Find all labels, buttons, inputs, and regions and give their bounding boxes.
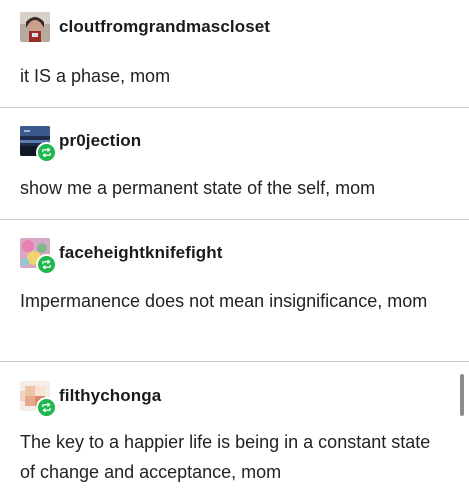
post-text: it IS a phase, mom	[20, 66, 171, 86]
post-header: pr0jection	[20, 126, 141, 163]
reblog-badge	[36, 142, 57, 163]
post-header: filthychonga	[20, 381, 161, 418]
post-header: cloutfromgrandmascloset	[20, 12, 270, 42]
post-1: cloutfromgrandmascloset it IS a phase, m…	[0, 0, 469, 108]
username[interactable]: pr0jection	[59, 131, 141, 151]
avatar[interactable]	[20, 126, 57, 163]
post-header: faceheightknifefight	[20, 238, 223, 275]
username[interactable]: cloutfromgrandmascloset	[59, 17, 270, 37]
post-text: Impermanence does not mean insignificanc…	[20, 291, 428, 311]
portrait-avatar-icon	[20, 12, 50, 42]
post-text: show me a permanent state of the self, m…	[20, 178, 376, 198]
post-2: pr0jection show me a permanent state of …	[0, 108, 469, 220]
avatar[interactable]	[20, 238, 57, 275]
post-4: filthychonga The key to a happier life i…	[0, 362, 469, 500]
reblog-icon	[42, 402, 51, 413]
post-text: The key to a happier life is being in a …	[20, 432, 431, 482]
reblog-icon	[42, 259, 51, 270]
username[interactable]: faceheightknifefight	[59, 243, 223, 263]
avatar[interactable]	[20, 12, 50, 42]
reblog-icon	[42, 147, 51, 158]
post-3: faceheightknifefight Impermanence does n…	[0, 220, 469, 362]
avatar[interactable]	[20, 381, 57, 418]
reblog-badge	[36, 397, 57, 418]
reblog-badge	[36, 254, 57, 275]
username[interactable]: filthychonga	[59, 386, 161, 406]
scrollbar[interactable]	[460, 374, 464, 416]
